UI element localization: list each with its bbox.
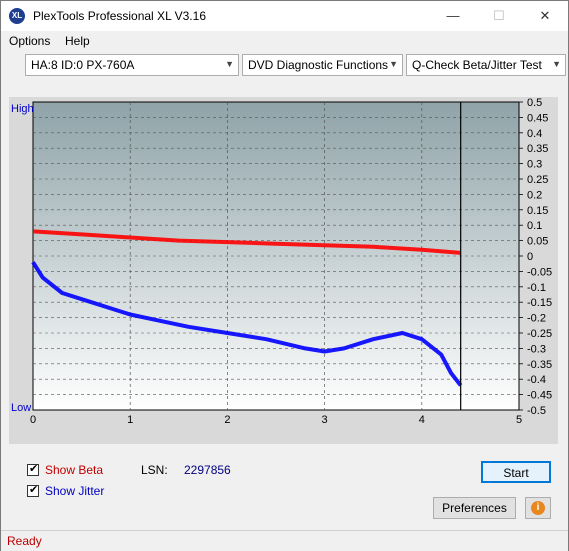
y-tick-label: -0.4 bbox=[527, 374, 546, 386]
status-text: Ready bbox=[7, 534, 42, 548]
show-jitter-checkbox[interactable]: ✔ bbox=[27, 484, 39, 497]
y-tick-label: -0.45 bbox=[527, 390, 552, 402]
chevron-down-icon: ▼ bbox=[389, 59, 398, 69]
y-tick-label: 0.45 bbox=[527, 112, 548, 124]
minimize-button[interactable]: — bbox=[430, 1, 476, 31]
y-tick-label: 0.3 bbox=[527, 159, 542, 171]
y-tick-label: -0.3 bbox=[527, 343, 546, 355]
function-select-value: DVD Diagnostic Functions bbox=[248, 58, 389, 72]
y-tick-label: 0.25 bbox=[527, 174, 548, 186]
menu-options[interactable]: Options bbox=[9, 34, 50, 48]
info-button[interactable]: i bbox=[525, 497, 551, 519]
maximize-button[interactable]: ☐ bbox=[476, 1, 522, 31]
function-select[interactable]: DVD Diagnostic Functions ▼ bbox=[242, 54, 403, 76]
test-select[interactable]: Q-Check Beta/Jitter Test ▼ bbox=[406, 54, 566, 76]
y-tick-label: 0.4 bbox=[527, 128, 542, 140]
menu-bar: Options Help bbox=[1, 31, 568, 51]
close-button[interactable]: ✕ bbox=[522, 1, 568, 31]
y-tick-label: 0 bbox=[527, 251, 533, 263]
window-title: PlexTools Professional XL V3.16 bbox=[33, 9, 206, 23]
check-icon: ✔ bbox=[29, 463, 39, 475]
app-logo-icon: XL bbox=[9, 8, 25, 24]
y-tick-label: -0.25 bbox=[527, 328, 552, 340]
show-jitter-label[interactable]: Show Jitter bbox=[45, 484, 104, 498]
chevron-down-icon: ▼ bbox=[225, 59, 234, 69]
device-select[interactable]: HA:8 ID:0 PX-760A ▼ bbox=[25, 54, 239, 76]
chart-panel: High Low 0 1 2 3 4 5 0.5 0.45 0.4 0.35 0.3 0.25 0.2… bbox=[9, 97, 558, 444]
y-tick-label: 0.5 bbox=[527, 97, 542, 109]
check-icon: ✔ bbox=[29, 484, 39, 496]
start-button-label: Start bbox=[503, 466, 529, 480]
preferences-button[interactable]: Preferences bbox=[433, 497, 516, 519]
x-axis-ticks: 0 1 2 3 4 5 bbox=[30, 414, 522, 426]
y-tick-label: -0.5 bbox=[527, 405, 546, 417]
y-tick-label: -0.2 bbox=[527, 313, 546, 325]
x-tick-label: 3 bbox=[322, 414, 328, 426]
y-tick-label: 0.15 bbox=[527, 205, 548, 217]
y-tick-label: -0.15 bbox=[527, 297, 552, 309]
status-bar: Ready bbox=[1, 530, 568, 551]
preferences-button-label: Preferences bbox=[442, 501, 507, 515]
device-select-value: HA:8 ID:0 PX-760A bbox=[31, 58, 135, 72]
y-tick-label: 0.35 bbox=[527, 143, 548, 155]
x-tick-label: 5 bbox=[516, 414, 522, 426]
y-tick-label: -0.1 bbox=[527, 282, 546, 294]
lsn-label: LSN: bbox=[141, 463, 168, 477]
title-bar: XL PlexTools Professional XL V3.16 — ☐ ✕ bbox=[1, 1, 568, 31]
start-button[interactable]: Start bbox=[481, 461, 551, 483]
show-beta-checkbox[interactable]: ✔ bbox=[27, 463, 39, 476]
x-tick-label: 4 bbox=[419, 414, 425, 426]
chevron-down-icon: ▼ bbox=[552, 59, 561, 69]
lsn-value: 2297856 bbox=[184, 463, 231, 477]
test-select-value: Q-Check Beta/Jitter Test bbox=[412, 58, 542, 72]
beta-jitter-chart: High Low 0 1 2 3 4 5 0.5 0.45 0.4 0.35 0.3 0.25 0.2… bbox=[11, 97, 552, 426]
show-beta-label[interactable]: Show Beta bbox=[45, 463, 103, 477]
x-tick-label: 0 bbox=[30, 414, 36, 426]
high-label: High bbox=[11, 103, 34, 115]
y-tick-label: -0.05 bbox=[527, 266, 552, 278]
x-tick-label: 1 bbox=[127, 414, 133, 426]
y-tick-label: -0.35 bbox=[527, 359, 552, 371]
y-tick-label: 0.1 bbox=[527, 220, 542, 232]
y-tick-label: 0.2 bbox=[527, 189, 542, 201]
app-window: XL PlexTools Professional XL V3.16 — ☐ ✕… bbox=[0, 0, 569, 551]
menu-help[interactable]: Help bbox=[65, 34, 90, 48]
y-tick-label: 0.05 bbox=[527, 236, 548, 248]
x-tick-label: 2 bbox=[224, 414, 230, 426]
low-label: Low bbox=[11, 402, 31, 414]
y-axis-ticks: 0.5 0.45 0.4 0.35 0.3 0.25 0.2 0.15 0.1 0.05 0 -0.0… bbox=[519, 97, 552, 417]
info-icon: i bbox=[531, 501, 545, 515]
